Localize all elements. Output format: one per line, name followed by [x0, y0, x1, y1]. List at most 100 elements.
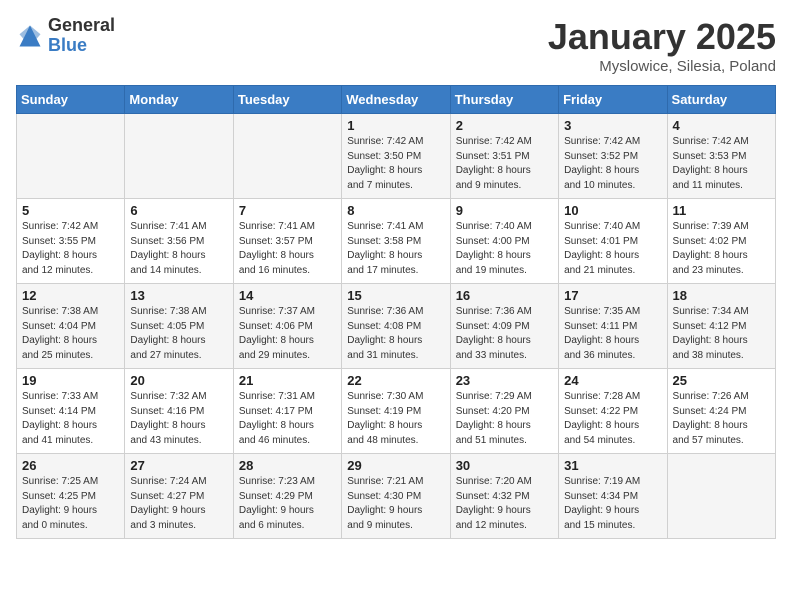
calendar-cell: 31 Sunrise: 7:19 AMSunset: 4:34 PMDayligh… — [559, 454, 667, 539]
calendar-cell: 20Sunrise: 7:32 AMSunset: 4:16 PMDayligh… — [125, 369, 233, 454]
cell-info: Sunrise: 7:42 AMSunset: 3:50 PMDaylight:… — [347, 135, 444, 193]
day-number: 7 — [239, 203, 336, 218]
cell-info: Sunrise: 7:25 AMSunset: 4:25 PMDaylight:… — [22, 475, 119, 533]
day-number: 27 — [130, 458, 227, 473]
calendar-cell: 18 Sunrise: 7:34 AMSunset: 4:12 PMDayligh… — [667, 284, 775, 369]
cell-info: Sunrise: 7:42 AMSunset: 3:55 PMDaylight:… — [22, 220, 119, 278]
cell-info: Sunrise: 7:30 AMSunset: 4:19 PMDaylight:… — [347, 390, 444, 448]
day-number: 5 — [22, 203, 119, 218]
day-number: 18 — [673, 288, 770, 303]
calendar-cell: 14Sunrise: 7:37 AMSunset: 4:06 PMDayligh… — [233, 284, 341, 369]
weekday-header: Tuesday — [233, 86, 341, 114]
calendar-cell: 2 Sunrise: 7:42 AMSunset: 3:51 PMDaylight… — [450, 114, 558, 199]
day-number: 23 — [456, 373, 553, 388]
calendar-cell: 17 Sunrise: 7:35 AMSunset: 4:11 PMDayligh… — [559, 284, 667, 369]
calendar-cell: 25 Sunrise: 7:26 AMSunset: 4:24 PMDayligh… — [667, 369, 775, 454]
cell-info: Sunrise: 7:21 AMSunset: 4:30 PMDaylight:… — [347, 475, 444, 533]
calendar-cell: 11Sunrise: 7:39 AMSunset: 4:02 PMDayligh… — [667, 199, 775, 284]
calendar-table: SundayMondayTuesdayWednesdayThursdayFrid… — [16, 85, 776, 539]
calendar-cell: 15Sunrise: 7:36 AMSunset: 4:08 PMDayligh… — [342, 284, 450, 369]
title-area: January 2025 Myslowice, Silesia, Poland — [548, 16, 776, 75]
day-number: 10 — [564, 203, 661, 218]
calendar-cell: 3 Sunrise: 7:42 AMSunset: 3:52 PMDaylight… — [559, 114, 667, 199]
cell-info: Sunrise: 7:41 AMSunset: 3:58 PMDaylight:… — [347, 220, 444, 278]
cell-info: Sunrise: 7:36 AMSunset: 4:09 PMDaylight:… — [456, 305, 553, 363]
calendar-week-row: 5 Sunrise: 7:42 AMSunset: 3:55 PMDaylight… — [17, 199, 776, 284]
calendar-cell: 19Sunrise: 7:33 AMSunset: 4:14 PMDayligh… — [17, 369, 125, 454]
cell-info: Sunrise: 7:41 AMSunset: 3:57 PMDaylight:… — [239, 220, 336, 278]
logo: General Blue — [16, 16, 115, 56]
day-number: 21 — [239, 373, 336, 388]
day-number: 25 — [673, 373, 770, 388]
cell-info: Sunrise: 7:42 AMSunset: 3:52 PMDaylight:… — [564, 135, 661, 193]
logo-icon — [16, 22, 44, 50]
cell-info: Sunrise: 7:20 AMSunset: 4:32 PMDaylight:… — [456, 475, 553, 533]
day-number: 17 — [564, 288, 661, 303]
day-number: 9 — [456, 203, 553, 218]
cell-info: Sunrise: 7:28 AMSunset: 4:22 PMDaylight:… — [564, 390, 661, 448]
calendar-cell: 28 Sunrise: 7:23 AMSunset: 4:29 PMDayligh… — [233, 454, 341, 539]
calendar-cell: 12 Sunrise: 7:38 AMSunset: 4:04 PMDayligh… — [17, 284, 125, 369]
cell-info: Sunrise: 7:40 AMSunset: 4:00 PMDaylight:… — [456, 220, 553, 278]
calendar-week-row: 26 Sunrise: 7:25 AMSunset: 4:25 PMDayligh… — [17, 454, 776, 539]
cell-info: Sunrise: 7:42 AMSunset: 3:53 PMDaylight:… — [673, 135, 770, 193]
day-number: 6 — [130, 203, 227, 218]
cell-info: Sunrise: 7:40 AMSunset: 4:01 PMDaylight:… — [564, 220, 661, 278]
calendar-cell: 9 Sunrise: 7:40 AMSunset: 4:00 PMDaylight… — [450, 199, 558, 284]
day-number: 1 — [347, 118, 444, 133]
calendar-cell: 29 Sunrise: 7:21 AMSunset: 4:30 PMDayligh… — [342, 454, 450, 539]
calendar-week-row: 12 Sunrise: 7:38 AMSunset: 4:04 PMDayligh… — [17, 284, 776, 369]
day-number: 24 — [564, 373, 661, 388]
calendar-cell: 22 Sunrise: 7:30 AMSunset: 4:19 PMDayligh… — [342, 369, 450, 454]
month-title: January 2025 — [548, 16, 776, 58]
day-number: 14 — [239, 288, 336, 303]
calendar-cell: 1 Sunrise: 7:42 AMSunset: 3:50 PMDaylight… — [342, 114, 450, 199]
weekday-row: SundayMondayTuesdayWednesdayThursdayFrid… — [17, 86, 776, 114]
day-number: 16 — [456, 288, 553, 303]
calendar-cell: 13Sunrise: 7:38 AMSunset: 4:05 PMDayligh… — [125, 284, 233, 369]
cell-info: Sunrise: 7:34 AMSunset: 4:12 PMDaylight:… — [673, 305, 770, 363]
logo-blue-text: Blue — [48, 35, 87, 55]
cell-info: Sunrise: 7:26 AMSunset: 4:24 PMDaylight:… — [673, 390, 770, 448]
day-number: 31 — [564, 458, 661, 473]
day-number: 22 — [347, 373, 444, 388]
cell-info: Sunrise: 7:42 AMSunset: 3:51 PMDaylight:… — [456, 135, 553, 193]
weekday-header: Monday — [125, 86, 233, 114]
day-number: 29 — [347, 458, 444, 473]
cell-info: Sunrise: 7:23 AMSunset: 4:29 PMDaylight:… — [239, 475, 336, 533]
calendar-cell — [667, 454, 775, 539]
header: General Blue January 2025 Myslowice, Sil… — [16, 16, 776, 75]
calendar-cell: 7 Sunrise: 7:41 AMSunset: 3:57 PMDaylight… — [233, 199, 341, 284]
calendar-cell: 24 Sunrise: 7:28 AMSunset: 4:22 PMDayligh… — [559, 369, 667, 454]
calendar-cell — [125, 114, 233, 199]
calendar-cell: 23Sunrise: 7:29 AMSunset: 4:20 PMDayligh… — [450, 369, 558, 454]
day-number: 11 — [673, 203, 770, 218]
day-number: 26 — [22, 458, 119, 473]
calendar-header: SundayMondayTuesdayWednesdayThursdayFrid… — [17, 86, 776, 114]
calendar-cell: 10 Sunrise: 7:40 AMSunset: 4:01 PMDayligh… — [559, 199, 667, 284]
weekday-header: Thursday — [450, 86, 558, 114]
cell-info: Sunrise: 7:31 AMSunset: 4:17 PMDaylight:… — [239, 390, 336, 448]
weekday-header: Friday — [559, 86, 667, 114]
day-number: 3 — [564, 118, 661, 133]
calendar-cell: 21 Sunrise: 7:31 AMSunset: 4:17 PMDayligh… — [233, 369, 341, 454]
calendar-cell: 4 Sunrise: 7:42 AMSunset: 3:53 PMDaylight… — [667, 114, 775, 199]
day-number: 30 — [456, 458, 553, 473]
day-number: 2 — [456, 118, 553, 133]
day-number: 28 — [239, 458, 336, 473]
weekday-header: Saturday — [667, 86, 775, 114]
cell-info: Sunrise: 7:19 AMSunset: 4:34 PMDaylight:… — [564, 475, 661, 533]
calendar-cell — [17, 114, 125, 199]
cell-info: Sunrise: 7:41 AMSunset: 3:56 PMDaylight:… — [130, 220, 227, 278]
cell-info: Sunrise: 7:38 AMSunset: 4:04 PMDaylight:… — [22, 305, 119, 363]
day-number: 8 — [347, 203, 444, 218]
calendar-week-row: 1 Sunrise: 7:42 AMSunset: 3:50 PMDaylight… — [17, 114, 776, 199]
calendar-cell: 16 Sunrise: 7:36 AMSunset: 4:09 PMDayligh… — [450, 284, 558, 369]
day-number: 4 — [673, 118, 770, 133]
calendar-body: 1 Sunrise: 7:42 AMSunset: 3:50 PMDaylight… — [17, 114, 776, 539]
day-number: 19 — [22, 373, 119, 388]
calendar-cell: 5 Sunrise: 7:42 AMSunset: 3:55 PMDaylight… — [17, 199, 125, 284]
day-number: 12 — [22, 288, 119, 303]
cell-info: Sunrise: 7:35 AMSunset: 4:11 PMDaylight:… — [564, 305, 661, 363]
day-number: 20 — [130, 373, 227, 388]
